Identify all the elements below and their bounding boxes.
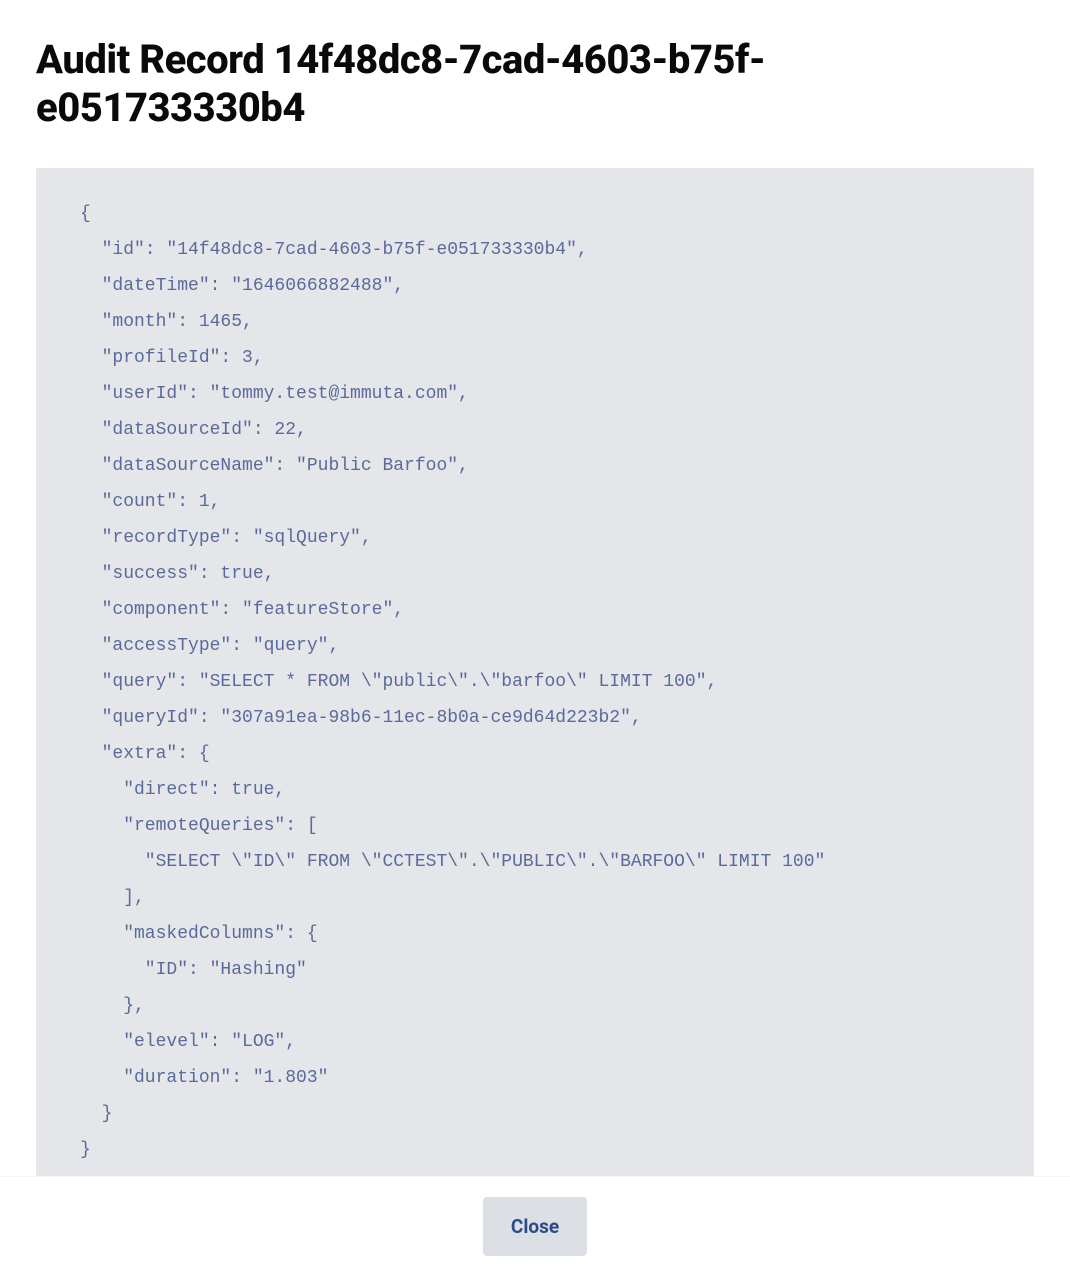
audit-record-json: { "id": "14f48dc8-7cad-4603-b75f-e051733… xyxy=(36,168,1034,1196)
page-title: Audit Record 14f48dc8-7cad-4603-b75f-e05… xyxy=(36,36,1034,132)
modal-footer: Close xyxy=(0,1176,1070,1276)
close-button[interactable]: Close xyxy=(483,1197,587,1256)
modal-content-scroll[interactable]: Audit Record 14f48dc8-7cad-4603-b75f-e05… xyxy=(0,0,1070,1276)
